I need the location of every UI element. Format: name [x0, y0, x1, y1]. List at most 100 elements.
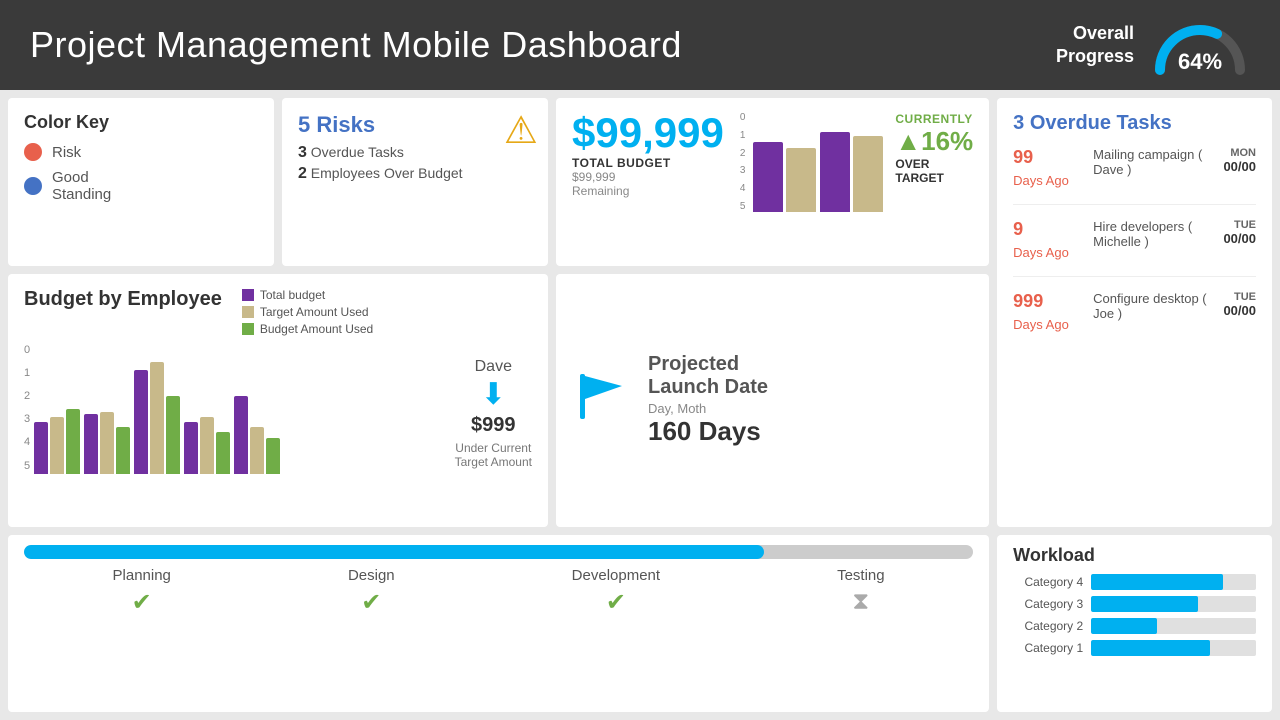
budget-legend: Total budget Target Amount Used Budget A…	[242, 288, 373, 336]
budget-right: 543210 CURRENTLY ▲16%	[740, 112, 973, 212]
workload-bar-track-2	[1091, 618, 1256, 634]
risks-title: 5 Risks	[298, 112, 532, 138]
budget-top-row: $99,999 TOTAL BUDGET $99,999Remaining 54…	[572, 112, 973, 212]
risk-dot	[24, 143, 42, 161]
budget-content: 543210	[24, 344, 532, 474]
gauge-value: 64%	[1150, 49, 1250, 75]
bar-g5	[266, 438, 280, 474]
bar-t3	[150, 362, 164, 474]
projected-sub: Day, Moth	[648, 401, 768, 416]
dave-sub: Under CurrentTarget Amount	[455, 441, 532, 469]
overdue-days-1: 99 Days Ago	[1013, 147, 1083, 190]
mini-chart: 543210	[740, 112, 884, 212]
bar-p4	[184, 422, 198, 474]
bar-p5	[234, 396, 248, 474]
progress-bar-fill	[24, 545, 764, 559]
budget-left: $99,999 TOTAL BUDGET $99,999Remaining	[572, 112, 724, 198]
risks-label: Risks	[316, 112, 375, 137]
projected-text: ProjectedLaunch Date Day, Moth 160 Days	[648, 353, 768, 447]
workload-bar-fill-2	[1091, 618, 1157, 634]
workload-row-4: Category 4	[1013, 574, 1256, 590]
overdue-label: Overdue Tasks	[311, 144, 404, 160]
main-grid: Color Key Risk GoodStanding 5 Risks 3 Ov…	[0, 90, 1280, 720]
budget-chart-area: 543210	[24, 344, 435, 474]
workload-bar-track-3	[1091, 596, 1256, 612]
dave-amount: $999	[471, 414, 516, 437]
flag-icon	[572, 364, 632, 436]
overdue-days-2: 9 Days Ago	[1013, 219, 1083, 262]
risks-count: 5	[298, 112, 310, 137]
mini-yaxis: 543210	[740, 112, 746, 212]
overdue-count-header: 3	[1013, 112, 1024, 134]
bar-g3	[166, 396, 180, 474]
dave-name: Dave	[475, 358, 512, 376]
risk-label: Risk	[52, 144, 81, 161]
workload-cat1-label: Category 1	[1013, 641, 1083, 655]
stage-design: Design ✔	[348, 567, 395, 617]
workload-row-1: Category 1	[1013, 640, 1256, 656]
workload-card: Workload Category 4 Category 3 Category …	[997, 535, 1272, 712]
color-key-title: Color Key	[24, 112, 258, 133]
projected-title: ProjectedLaunch Date	[648, 353, 768, 399]
legend-dot-purple	[242, 289, 254, 301]
currently-section: CURRENTLY ▲16% OVERTARGET	[895, 112, 973, 185]
bar-g1	[66, 409, 80, 474]
total-budget-amount: $99,999	[572, 112, 724, 154]
bar-chart-wrapper: 543210	[24, 344, 435, 474]
risk-key-item: Risk	[24, 143, 258, 161]
stage-testing-label: Testing	[837, 567, 885, 584]
overdue-count: 3	[298, 144, 307, 161]
stage-planning: Planning ✔	[113, 567, 171, 617]
risks-card: 5 Risks 3 Overdue Tasks 2 Employees Over…	[282, 98, 548, 266]
budget-header: Budget by Employee Total budget Target A…	[24, 288, 532, 336]
gauge-container: 64%	[1150, 15, 1250, 75]
bar-t4	[200, 417, 214, 474]
workload-cat3-label: Category 3	[1013, 597, 1083, 611]
stage-dev-label: Development	[572, 567, 660, 584]
mini-bar-purple-1	[753, 142, 783, 212]
workload-title: Workload	[1013, 545, 1256, 566]
bar-group-5	[234, 396, 280, 474]
flag-svg	[572, 364, 632, 424]
progress-row: Planning ✔ Design ✔ Development ✔ Testin…	[8, 535, 989, 712]
stage-design-label: Design	[348, 567, 395, 584]
bar-group-2	[84, 412, 130, 474]
risks-budget-row: 2 Employees Over Budget	[298, 165, 532, 183]
legend-dot-tan	[242, 306, 254, 318]
bar-chart	[34, 344, 280, 474]
legend-dot-green	[242, 323, 254, 335]
bar-chart-yaxis: 543210	[24, 344, 30, 474]
page-header: Project Management Mobile Dashboard Over…	[0, 0, 1280, 90]
total-budget-card: $99,999 TOTAL BUDGET $99,999Remaining 54…	[556, 98, 989, 266]
legend-total-label: Total budget	[260, 288, 325, 302]
overdue-item-2: 9 Days Ago Hire developers ( Michelle ) …	[1013, 219, 1256, 277]
dave-arrow-icon: ⬇	[481, 380, 506, 410]
workload-cat2-label: Category 2	[1013, 619, 1083, 633]
color-key-card: Color Key Risk GoodStanding	[8, 98, 274, 266]
remaining-label: $99,999Remaining	[572, 170, 724, 198]
workload-bar-fill-4	[1091, 574, 1223, 590]
overdue-title: 3 Overdue Tasks	[1013, 112, 1256, 135]
legend-target: Target Amount Used	[242, 305, 373, 319]
task-name-1: Mailing campaign ( Dave )	[1093, 147, 1213, 177]
task-name-3: Configure desktop ( Joe )	[1093, 291, 1213, 321]
stage-planning-label: Planning	[113, 567, 171, 584]
bar-group-3	[134, 362, 180, 474]
mini-bar-tan-1	[786, 148, 816, 212]
bar-group-4	[184, 417, 230, 474]
left-top-row: Color Key Risk GoodStanding 5 Risks 3 Ov…	[8, 98, 548, 266]
currently-label: CURRENTLY	[895, 112, 973, 126]
due-date-1: MON 00/00	[1223, 147, 1256, 174]
mini-bar-group-1	[753, 142, 816, 212]
budget-card: Budget by Employee Total budget Target A…	[8, 274, 548, 528]
bar-p2	[84, 414, 98, 474]
design-check-icon: ✔	[361, 588, 381, 617]
progress-bar-track	[24, 545, 973, 559]
dev-check-icon: ✔	[606, 588, 626, 617]
overdue-item-3: 999 Days Ago Configure desktop ( Joe ) T…	[1013, 291, 1256, 348]
projected-card: ProjectedLaunch Date Day, Moth 160 Days	[556, 274, 989, 528]
over-target-label: OVERTARGET	[895, 157, 973, 185]
legend-total: Total budget	[242, 288, 373, 302]
mini-bar-group-2	[820, 132, 883, 212]
budget-over-count: 2	[298, 165, 307, 182]
